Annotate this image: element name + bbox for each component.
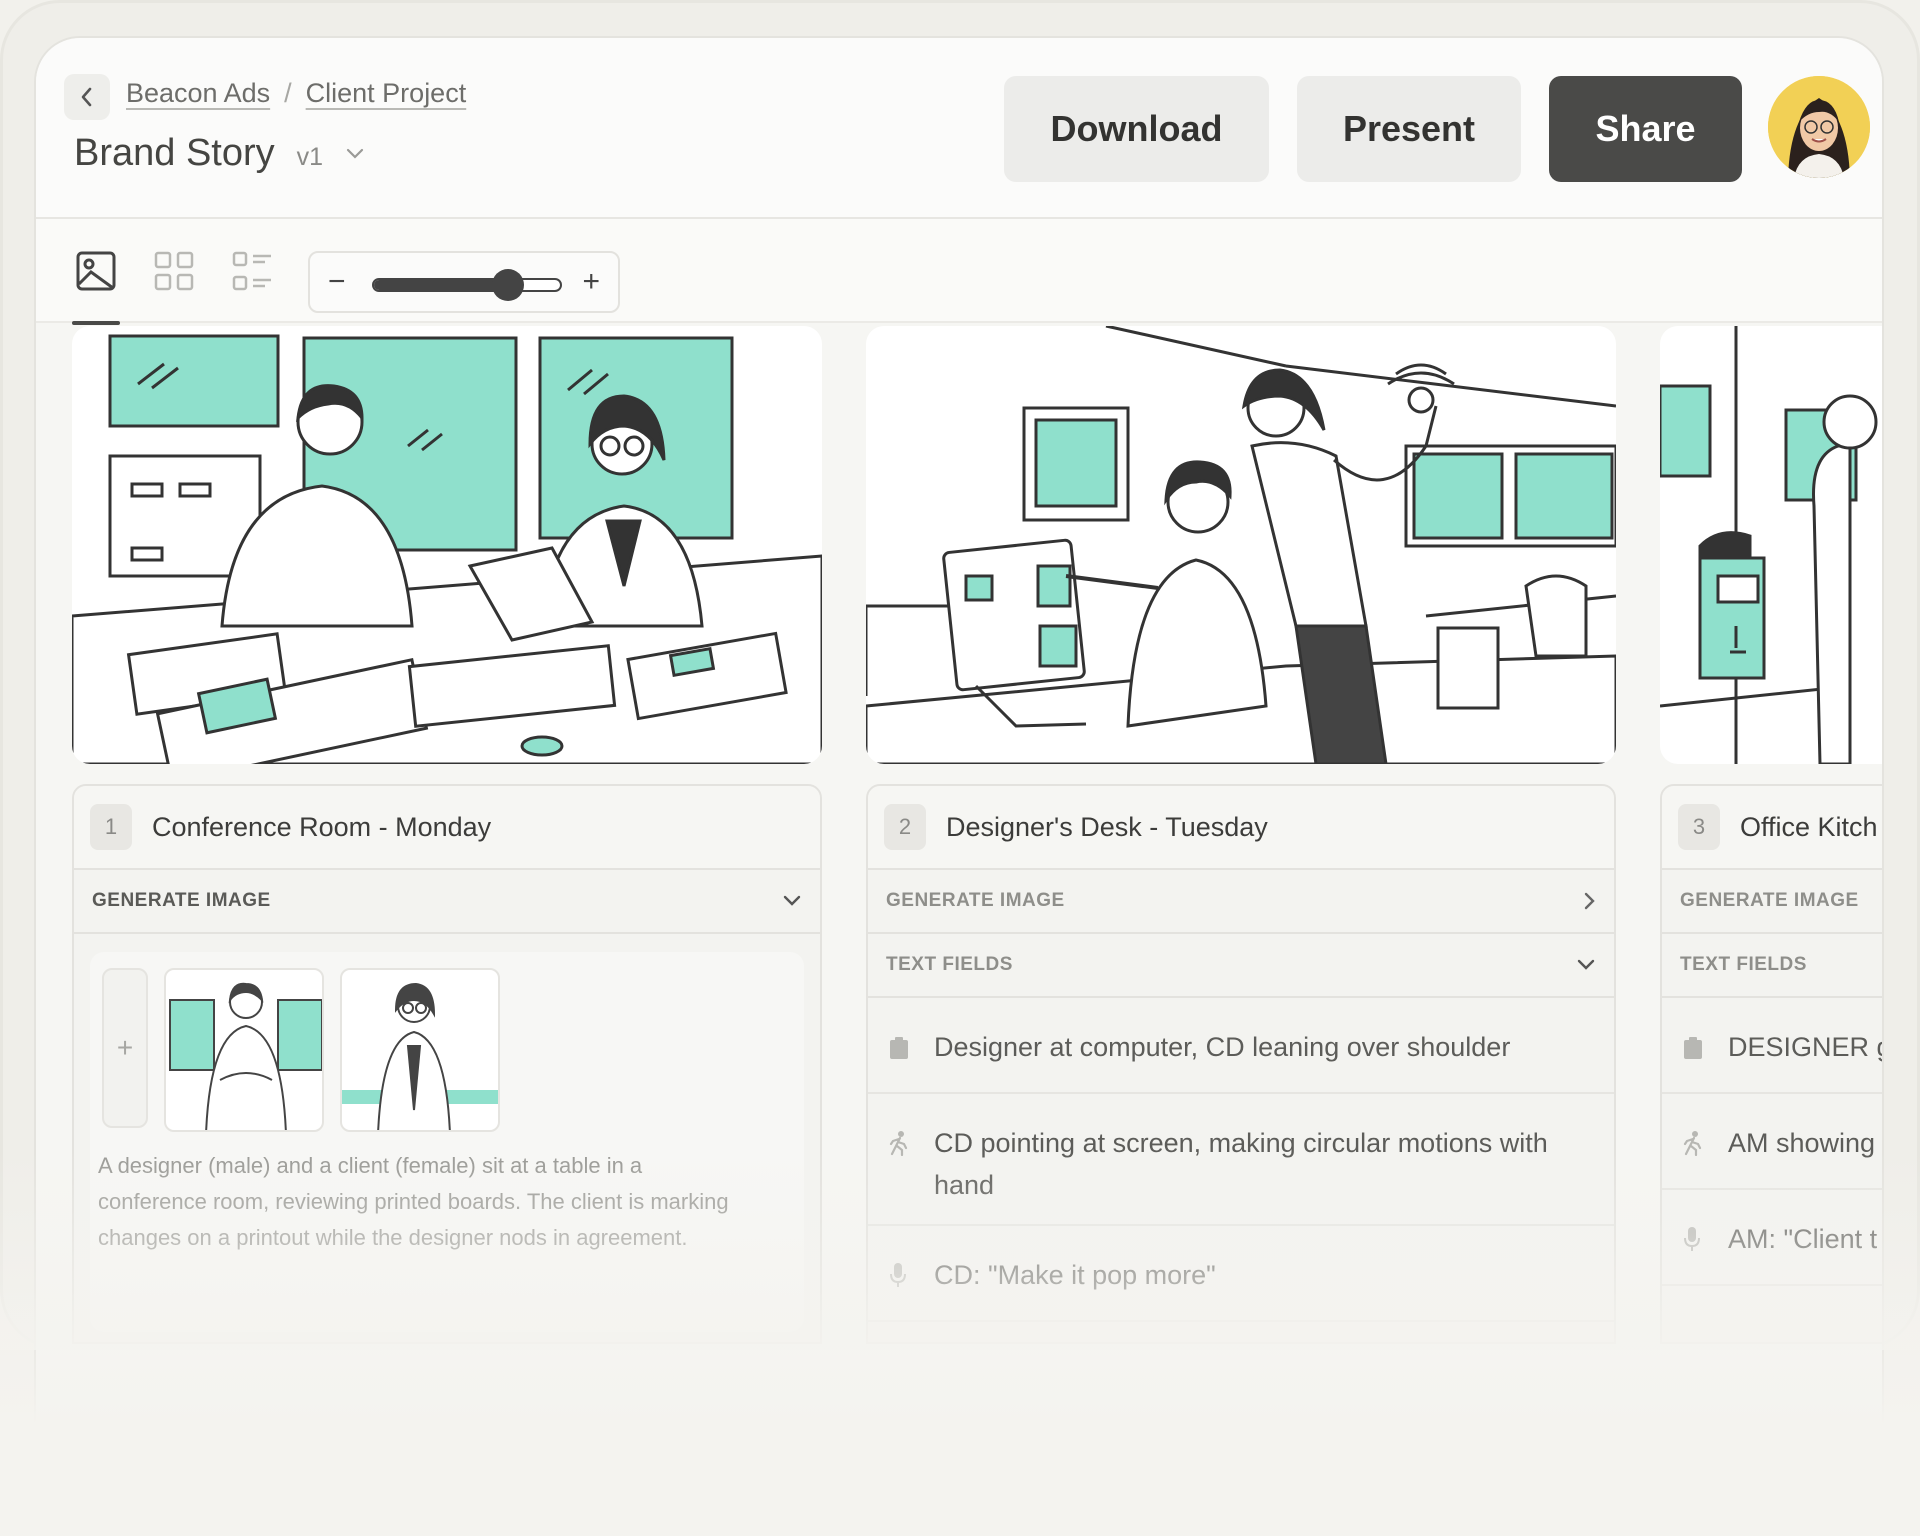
scene-header: 2 Designer's Desk - Tuesday bbox=[868, 786, 1614, 870]
storyboard-strip: 1 Conference Room - Monday GENERATE IMAG… bbox=[36, 326, 1884, 1454]
shot-description: DESIGNER gi bbox=[1728, 1032, 1884, 1062]
text-field-row[interactable]: AM showing bbox=[1662, 1094, 1882, 1190]
scene-description[interactable]: A designer (male) and a client (female) … bbox=[98, 1148, 738, 1256]
scene-number: 2 bbox=[884, 804, 926, 850]
zoom-control: − + bbox=[308, 251, 620, 313]
scene-title[interactable]: Office Kitch bbox=[1740, 812, 1878, 843]
reference-thumbnail[interactable] bbox=[340, 968, 500, 1132]
section-label: GENERATE IMAGE bbox=[1680, 890, 1859, 911]
generate-image-section[interactable]: GENERATE IMAGE bbox=[74, 870, 820, 934]
scene-title[interactable]: Designer's Desk - Tuesday bbox=[946, 812, 1268, 843]
scene-panel: 3 Office Kitch GENERATE IMAGE TEXT FIELD… bbox=[1660, 784, 1884, 1344]
image-icon bbox=[76, 251, 116, 291]
dialogue-line: AM: "Client t bbox=[1728, 1224, 1878, 1254]
add-reference-button[interactable]: + bbox=[102, 968, 148, 1128]
zoom-slider-fill bbox=[374, 280, 508, 290]
generate-image-section[interactable]: GENERATE IMAGE bbox=[868, 870, 1614, 934]
breadcrumb-link-beacon-ads[interactable]: Beacon Ads bbox=[126, 78, 270, 109]
conference-room-illustration bbox=[72, 334, 822, 764]
scene-illustration[interactable] bbox=[72, 326, 822, 764]
app-window: Beacon Ads / Client Project Brand Story … bbox=[34, 36, 1884, 1456]
list-icon bbox=[232, 251, 271, 291]
breadcrumb-separator: / bbox=[284, 78, 292, 108]
scene-panel: 1 Conference Room - Monday GENERATE IMAG… bbox=[72, 784, 822, 1344]
tab-image-view[interactable] bbox=[72, 247, 120, 325]
action-icon bbox=[1682, 1128, 1708, 1170]
zoom-slider[interactable] bbox=[372, 269, 562, 301]
text-fields-section[interactable]: TEXT FIELDS bbox=[1662, 934, 1882, 998]
version-selector[interactable]: v1 bbox=[297, 143, 323, 172]
scene-illustration[interactable] bbox=[1660, 326, 1882, 764]
text-field-row[interactable]: CD pointing at screen, making circular m… bbox=[868, 1094, 1614, 1226]
section-label: GENERATE IMAGE bbox=[886, 890, 1065, 911]
section-label: GENERATE IMAGE bbox=[92, 890, 271, 911]
chevron-right-icon bbox=[1584, 892, 1595, 910]
chevron-down-icon[interactable] bbox=[345, 147, 365, 161]
scene-title[interactable]: Conference Room - Monday bbox=[152, 812, 491, 843]
text-field-row[interactable]: Designer at computer, CD leaning over sh… bbox=[868, 998, 1614, 1094]
header: Beacon Ads / Client Project Brand Story … bbox=[36, 38, 1882, 219]
back-button[interactable] bbox=[64, 74, 110, 120]
text-field-row[interactable]: AM: "Client t bbox=[1662, 1190, 1882, 1286]
scene-header: 1 Conference Room - Monday bbox=[74, 786, 820, 870]
scene-illustration[interactable] bbox=[866, 326, 1616, 764]
chevron-down-icon bbox=[1577, 959, 1595, 970]
office-kitchen-illustration bbox=[1660, 326, 1878, 764]
dialogue-line: CD: "Make it pop more" bbox=[934, 1260, 1216, 1290]
scene-panel: 2 Designer's Desk - Tuesday GENERATE IMA… bbox=[866, 784, 1616, 1344]
generate-image-body: + A designer (male) and a client (female… bbox=[90, 952, 804, 1332]
text-fields-section[interactable]: TEXT FIELDS bbox=[868, 934, 1614, 998]
zoom-slider-handle[interactable] bbox=[491, 269, 524, 301]
designers-desk-illustration bbox=[866, 326, 1616, 764]
title-row: Brand Story v1 bbox=[74, 132, 365, 175]
scene-header: 3 Office Kitch bbox=[1662, 786, 1882, 870]
tab-list-view[interactable] bbox=[228, 247, 276, 295]
section-label: TEXT FIELDS bbox=[886, 954, 1013, 975]
present-button[interactable]: Present bbox=[1297, 76, 1521, 182]
section-label: TEXT FIELDS bbox=[1680, 954, 1807, 975]
grid-icon bbox=[154, 251, 194, 291]
scene-number: 1 bbox=[90, 804, 132, 850]
shot-description: Designer at computer, CD leaning over sh… bbox=[934, 1032, 1511, 1062]
tab-grid-view[interactable] bbox=[150, 247, 198, 295]
page-title: Brand Story bbox=[74, 132, 275, 174]
reference-thumbnail[interactable] bbox=[164, 968, 324, 1132]
generate-image-section[interactable]: GENERATE IMAGE bbox=[1662, 870, 1882, 934]
breadcrumb-link-client-project[interactable]: Client Project bbox=[306, 78, 467, 109]
view-toolbar: − + bbox=[36, 219, 1882, 325]
mic-icon bbox=[888, 1260, 914, 1302]
breadcrumb: Beacon Ads / Client Project bbox=[126, 78, 466, 109]
text-field-row[interactable]: CD: "Make it pop more" bbox=[868, 1226, 1614, 1322]
zoom-out-button[interactable]: − bbox=[328, 265, 346, 299]
mic-icon bbox=[1682, 1224, 1708, 1266]
action-description: AM showing bbox=[1728, 1128, 1876, 1158]
clipboard-icon bbox=[1682, 1032, 1708, 1074]
user-avatar-image bbox=[1768, 76, 1870, 178]
scene-number: 3 bbox=[1678, 804, 1720, 850]
avatar[interactable] bbox=[1768, 76, 1870, 178]
clipboard-icon bbox=[888, 1032, 914, 1074]
chevron-down-icon bbox=[783, 895, 801, 906]
text-field-row[interactable]: DESIGNER gi bbox=[1662, 998, 1884, 1094]
download-button[interactable]: Download bbox=[1004, 76, 1269, 182]
share-button[interactable]: Share bbox=[1549, 76, 1742, 182]
action-description: CD pointing at screen, making circular m… bbox=[934, 1128, 1548, 1200]
action-icon bbox=[888, 1128, 914, 1170]
chevron-left-icon bbox=[81, 87, 92, 107]
designer-reference-image bbox=[169, 982, 322, 1130]
client-reference-image bbox=[342, 982, 498, 1130]
zoom-in-button[interactable]: + bbox=[582, 265, 600, 299]
